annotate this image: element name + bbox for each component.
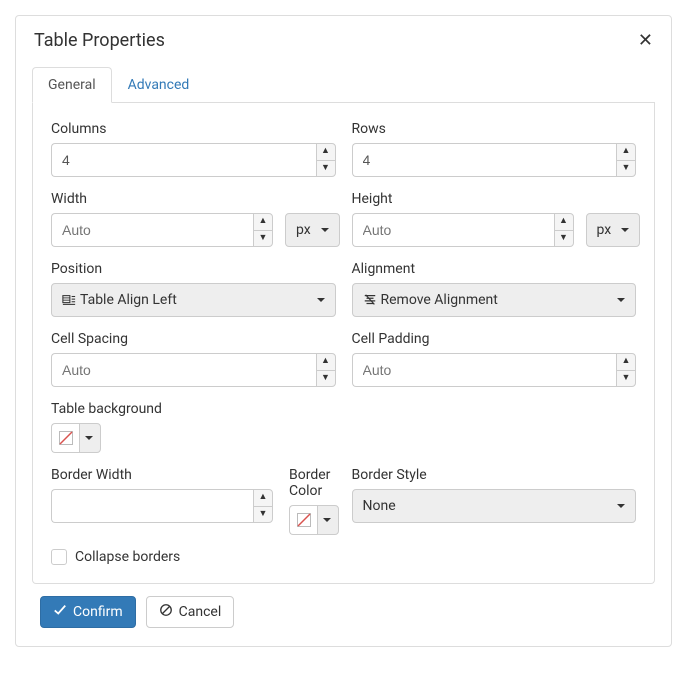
- columns-label: Columns: [51, 121, 336, 137]
- dialog-footer: Confirm Cancel: [32, 584, 655, 632]
- close-icon: ✕: [638, 30, 653, 51]
- rows-spinner: ▲ ▼: [616, 143, 636, 177]
- cancel-icon: [159, 603, 173, 621]
- caret-up-icon: ▲: [622, 357, 631, 366]
- cell-padding-step-down[interactable]: ▼: [617, 371, 635, 387]
- caret-up-icon: ▲: [321, 357, 330, 366]
- table-properties-dialog: Table Properties ✕ General Advanced Colu…: [15, 15, 672, 647]
- close-button[interactable]: ✕: [638, 32, 653, 50]
- table-background-dropdown[interactable]: [79, 423, 101, 453]
- alignment-value: Remove Alignment: [381, 292, 498, 308]
- columns-input[interactable]: [51, 143, 316, 177]
- confirm-button[interactable]: Confirm: [40, 596, 136, 628]
- rows-step-down[interactable]: ▼: [617, 161, 635, 177]
- cancel-label: Cancel: [179, 604, 222, 620]
- cell-spacing-step-down[interactable]: ▼: [317, 371, 335, 387]
- general-panel: Columns ▲ ▼ Rows ▲: [32, 103, 655, 584]
- height-step-up[interactable]: ▲: [555, 214, 573, 231]
- tab-general-label: General: [48, 77, 96, 93]
- cell-spacing-spinner: ▲ ▼: [316, 353, 336, 387]
- border-width-label: Border Width: [51, 467, 273, 483]
- caret-down-icon: ▼: [321, 374, 330, 383]
- cell-padding-label: Cell Padding: [352, 331, 637, 347]
- width-step-up[interactable]: ▲: [254, 214, 272, 231]
- height-input[interactable]: [352, 213, 554, 247]
- caret-up-icon: ▲: [321, 147, 330, 156]
- border-width-input[interactable]: [51, 489, 253, 523]
- width-input[interactable]: [51, 213, 253, 247]
- caret-up-icon: ▲: [259, 217, 268, 226]
- columns-spinner: ▲ ▼: [316, 143, 336, 177]
- height-step-down[interactable]: ▼: [555, 231, 573, 247]
- collapse-borders-checkbox[interactable]: [51, 549, 67, 565]
- collapse-borders-label: Collapse borders: [75, 549, 180, 565]
- cell-padding-input[interactable]: [352, 353, 617, 387]
- no-color-icon: [51, 423, 79, 453]
- cell-spacing-label: Cell Spacing: [51, 331, 336, 347]
- collapse-borders-row: Collapse borders: [51, 549, 636, 565]
- border-style-label: Border Style: [352, 467, 637, 483]
- rows-step-up[interactable]: ▲: [617, 144, 635, 161]
- caret-down-icon: ▼: [622, 374, 631, 383]
- tab-advanced[interactable]: Advanced: [112, 67, 206, 103]
- check-icon: [53, 603, 67, 621]
- cell-padding-spinner: ▲ ▼: [616, 353, 636, 387]
- caret-down-icon: ▼: [321, 164, 330, 173]
- position-select[interactable]: Table Align Left: [51, 283, 336, 317]
- tab-advanced-label: Advanced: [128, 77, 190, 93]
- tabs: General Advanced: [32, 67, 655, 103]
- caret-down-icon: ▼: [259, 510, 268, 519]
- columns-step-down[interactable]: ▼: [317, 161, 335, 177]
- no-color-icon: [289, 505, 317, 535]
- height-unit-select[interactable]: px: [586, 213, 641, 247]
- remove-alignment-icon: [363, 293, 377, 307]
- dialog-header: Table Properties ✕: [16, 16, 671, 61]
- cell-padding-step-up[interactable]: ▲: [617, 354, 635, 371]
- width-label: Width: [51, 191, 336, 207]
- border-color-dropdown[interactable]: [317, 505, 339, 535]
- border-style-select[interactable]: None: [352, 489, 637, 523]
- height-unit-value: px: [597, 222, 612, 238]
- caret-down-icon: ▼: [559, 234, 568, 243]
- height-label: Height: [352, 191, 637, 207]
- tab-general[interactable]: General: [32, 67, 112, 103]
- position-value: Table Align Left: [80, 292, 177, 308]
- border-style-value: None: [363, 498, 396, 514]
- width-step-down[interactable]: ▼: [254, 231, 272, 247]
- cancel-button[interactable]: Cancel: [146, 596, 235, 628]
- caret-down-icon: ▼: [259, 234, 268, 243]
- cell-spacing-step-up[interactable]: ▲: [317, 354, 335, 371]
- columns-step-up[interactable]: ▲: [317, 144, 335, 161]
- border-color-label: Border Color: [289, 467, 339, 499]
- border-width-spinner: ▲ ▼: [253, 489, 273, 523]
- cell-spacing-input[interactable]: [51, 353, 316, 387]
- rows-label: Rows: [352, 121, 637, 137]
- caret-down-icon: ▼: [622, 164, 631, 173]
- width-spinner: ▲ ▼: [253, 213, 273, 247]
- dialog-title: Table Properties: [34, 30, 165, 51]
- border-color-picker[interactable]: [289, 505, 339, 535]
- table-background-label: Table background: [51, 401, 336, 417]
- confirm-label: Confirm: [73, 604, 123, 620]
- table-background-picker[interactable]: [51, 423, 336, 453]
- border-width-step-down[interactable]: ▼: [254, 507, 272, 523]
- dialog-body: General Advanced Columns ▲ ▼: [16, 61, 671, 646]
- border-width-step-up[interactable]: ▲: [254, 490, 272, 507]
- rows-input[interactable]: [352, 143, 617, 177]
- table-align-left-icon: [62, 293, 76, 307]
- position-label: Position: [51, 261, 336, 277]
- caret-up-icon: ▲: [622, 147, 631, 156]
- alignment-label: Alignment: [352, 261, 637, 277]
- caret-up-icon: ▲: [559, 217, 568, 226]
- caret-up-icon: ▲: [259, 493, 268, 502]
- width-unit-select[interactable]: px: [285, 213, 340, 247]
- height-spinner: ▲ ▼: [554, 213, 574, 247]
- alignment-select[interactable]: Remove Alignment: [352, 283, 637, 317]
- width-unit-value: px: [296, 222, 311, 238]
